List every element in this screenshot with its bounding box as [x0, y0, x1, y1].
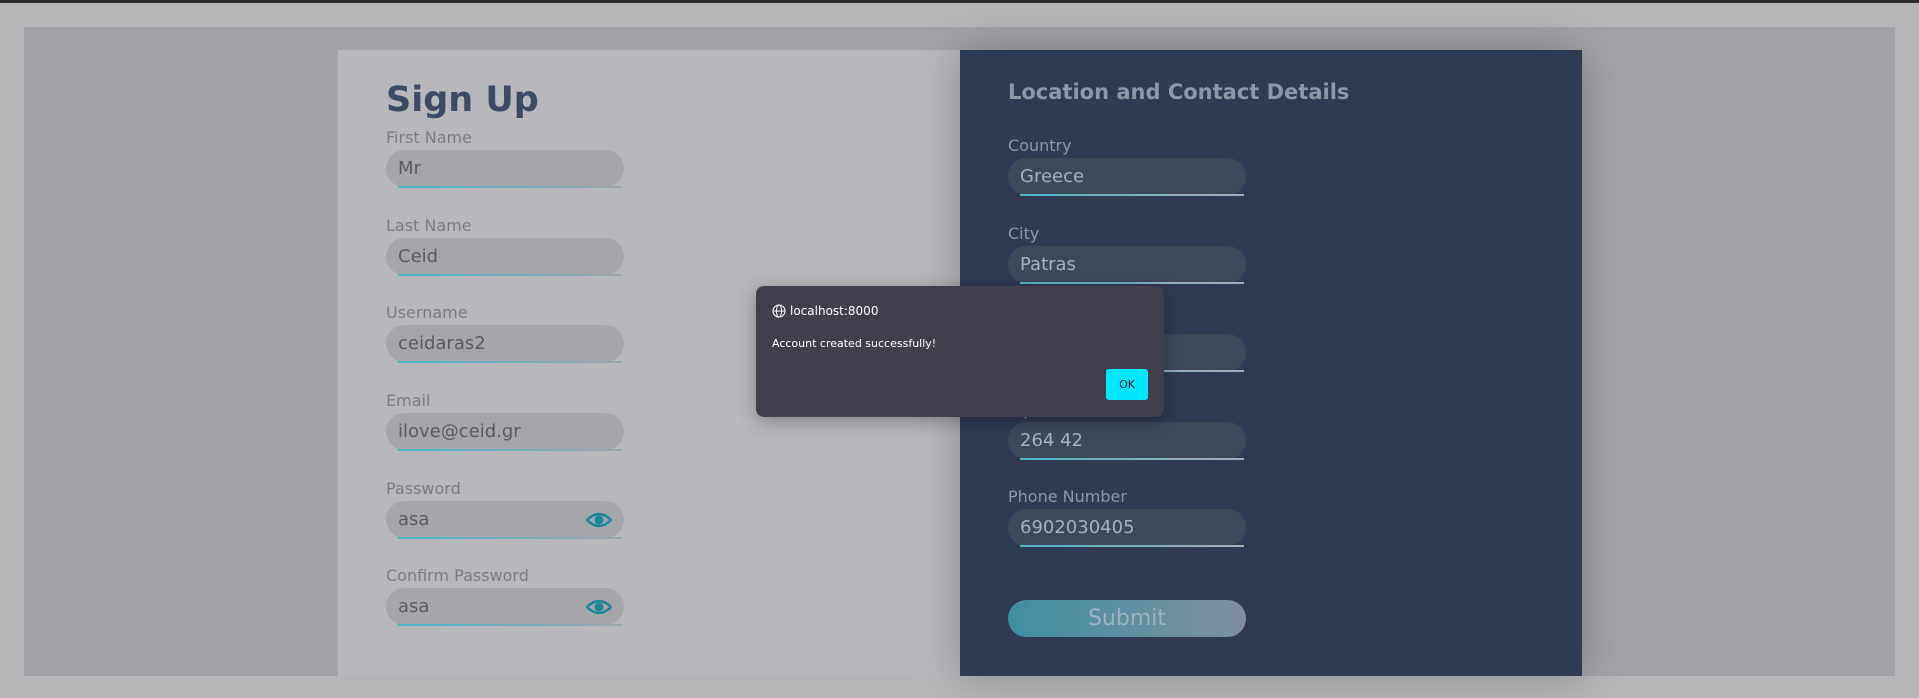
phone-number-label: Phone Number: [1008, 487, 1127, 506]
username-input[interactable]: [398, 325, 583, 362]
zip-code-pill: [1008, 422, 1246, 460]
country-label: Country: [1008, 136, 1072, 155]
password-underline: [398, 537, 622, 539]
eye-icon[interactable]: [586, 509, 612, 531]
username-pill: [386, 325, 624, 363]
confirm-password-label: Confirm Password: [386, 566, 529, 585]
last-name-input[interactable]: [398, 238, 583, 275]
signup-title: Sign Up: [386, 80, 539, 120]
country-input[interactable]: [1020, 158, 1205, 195]
first-name-input[interactable]: [398, 150, 583, 187]
confirm-password-underline: [398, 624, 622, 626]
last-name-label: Last Name: [386, 216, 472, 235]
last-name-field: Last Name: [386, 216, 624, 276]
contact-title: Location and Contact Details: [1008, 80, 1350, 104]
username-field: Username: [386, 303, 624, 363]
city-label: City: [1008, 224, 1040, 243]
city-field: City: [1008, 224, 1246, 284]
email-field: Email: [386, 391, 624, 451]
email-pill: [386, 413, 624, 451]
first-name-label: First Name: [386, 128, 472, 147]
confirm-password-field: Confirm Password: [386, 566, 624, 626]
username-underline: [398, 361, 622, 363]
alert-dialog: localhost:8000 Account created successfu…: [756, 286, 1164, 417]
zip-code-input[interactable]: [1020, 422, 1205, 459]
password-pill: [386, 501, 624, 539]
phone-number-pill: [1008, 509, 1246, 547]
first-name-underline: [398, 186, 622, 188]
first-name-pill: [386, 150, 624, 188]
window-top-border: [0, 0, 1919, 3]
city-underline: [1020, 282, 1244, 284]
country-field: Country: [1008, 136, 1246, 196]
email-input[interactable]: [398, 413, 583, 450]
ok-button[interactable]: OK: [1106, 369, 1148, 400]
phone-number-input[interactable]: [1020, 509, 1205, 546]
country-underline: [1020, 194, 1244, 196]
phone-number-underline: [1020, 545, 1244, 547]
first-name-field: First Name: [386, 128, 624, 188]
dialog-origin: localhost:8000: [772, 303, 878, 319]
last-name-underline: [398, 274, 622, 276]
city-pill: [1008, 246, 1246, 284]
zip-code-underline: [1020, 458, 1244, 460]
dialog-origin-text: localhost:8000: [790, 304, 879, 318]
password-field: Password: [386, 479, 624, 539]
submit-button[interactable]: Submit: [1008, 600, 1246, 637]
dialog-message: Account created successfully!: [772, 337, 937, 350]
last-name-pill: [386, 238, 624, 276]
username-label: Username: [386, 303, 468, 322]
email-label: Email: [386, 391, 431, 410]
country-pill: [1008, 158, 1246, 196]
phone-number-field: Phone Number: [1008, 487, 1246, 547]
confirm-password-input[interactable]: [398, 588, 583, 625]
email-underline: [398, 449, 622, 451]
password-label: Password: [386, 479, 461, 498]
city-input[interactable]: [1020, 246, 1205, 283]
globe-icon: [772, 304, 786, 318]
eye-icon[interactable]: [586, 596, 612, 618]
password-input[interactable]: [398, 501, 583, 538]
confirm-password-pill: [386, 588, 624, 626]
